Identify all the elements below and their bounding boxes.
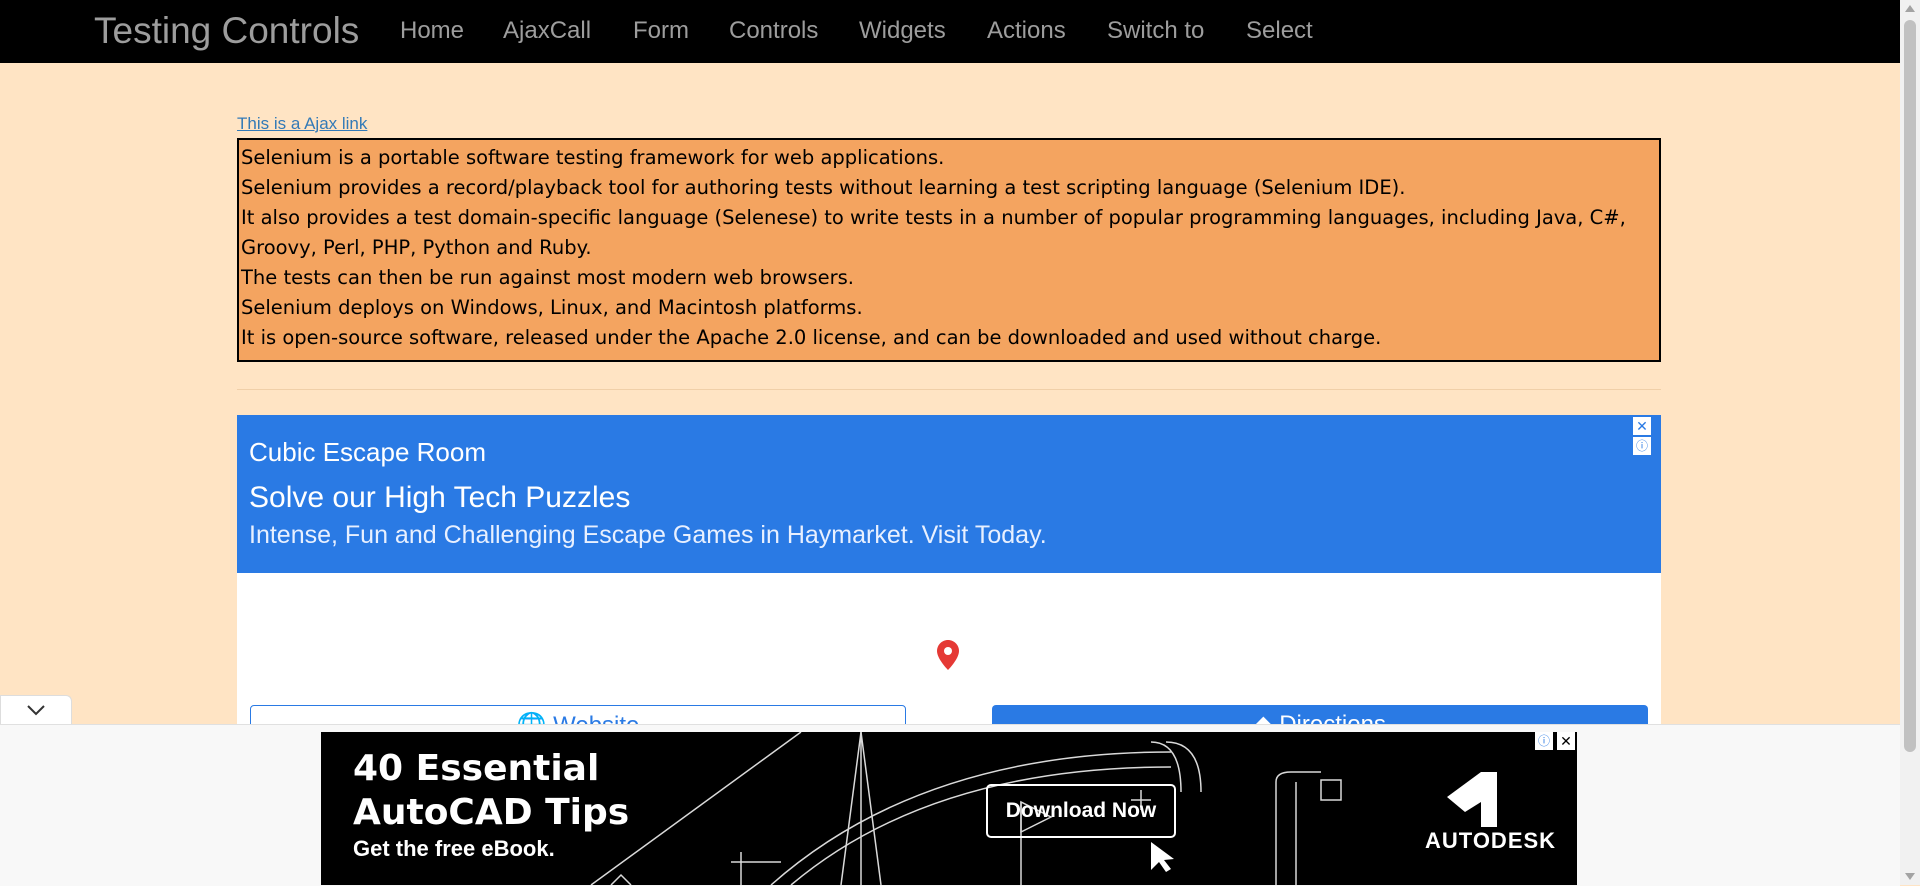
chevron-down-icon[interactable] <box>1 696 73 725</box>
ad-headline[interactable]: Solve our High Tech Puzzles <box>249 481 630 515</box>
ad-close-icon[interactable]: ✕ <box>1633 417 1651 435</box>
banner-subtitle: Get the free eBook. <box>353 836 555 861</box>
info-line: Selenium provides a record/playback tool… <box>241 176 1406 199</box>
ad-header[interactable]: Cubic Escape Room Solve our High Tech Pu… <box>237 415 1661 573</box>
map-pin-icon <box>937 640 959 670</box>
ajax-link[interactable]: This is a Ajax link <box>237 114 367 134</box>
scroll-up-arrow-icon[interactable] <box>1905 5 1915 12</box>
info-line: It is open-source software, released und… <box>241 326 1382 349</box>
top-navbar: Testing Controls Home AjaxCall Form Cont… <box>0 0 1900 63</box>
info-line: The tests can then be run against most m… <box>241 266 854 289</box>
ad-info-icon[interactable]: ⓘ <box>1633 437 1651 455</box>
website-button[interactable]: 🌐 Website <box>250 705 906 725</box>
selenium-info-box: Selenium is a portable software testing … <box>237 138 1661 362</box>
vertical-scrollbar[interactable] <box>1900 0 1920 885</box>
nav-switch-to[interactable]: Switch to <box>1107 17 1204 45</box>
info-line: Selenium deploys on Windows, Linux, and … <box>241 296 863 319</box>
nav-widgets[interactable]: Widgets <box>859 17 946 45</box>
nav-controls[interactable]: Controls <box>729 17 818 45</box>
nav-select[interactable]: Select <box>1246 17 1313 45</box>
collapse-ad-tab[interactable] <box>0 695 72 724</box>
download-now-button[interactable]: Download Now <box>986 784 1176 838</box>
ad-description[interactable]: Intense, Fun and Challenging Escape Game… <box>249 521 1047 550</box>
banner-title-line1: 40 Essential <box>353 748 600 789</box>
info-line: It also provides a test domain-specific … <box>241 206 1626 259</box>
ad-unit[interactable]: Cubic Escape Room Solve our High Tech Pu… <box>237 415 1661 725</box>
directions-icon: ◆ <box>1254 711 1273 725</box>
navbar-brand[interactable]: Testing Controls <box>94 10 359 52</box>
directions-label: Directions <box>1279 711 1386 725</box>
nav-ajaxcall[interactable]: AjaxCall <box>503 17 591 45</box>
scroll-down-arrow-icon[interactable] <box>1905 873 1915 880</box>
banner-info-icon[interactable]: ⓘ <box>1535 732 1553 750</box>
nav-actions[interactable]: Actions <box>987 17 1066 45</box>
divider <box>237 389 1661 390</box>
nav-form[interactable]: Form <box>633 17 689 45</box>
directions-button[interactable]: ◆ Directions <box>992 705 1648 725</box>
ad-brand[interactable]: Cubic Escape Room <box>249 437 486 468</box>
nav-home[interactable]: Home <box>400 17 464 45</box>
autodesk-logo-text: AUTODESK <box>1425 828 1557 853</box>
info-line: Selenium is a portable software testing … <box>241 146 945 169</box>
banner-close-icon[interactable]: ✕ <box>1557 732 1575 750</box>
autocad-banner-ad[interactable]: 40 Essential AutoCAD Tips Get the free e… <box>321 732 1577 885</box>
scrollbar-thumb[interactable] <box>1904 20 1916 752</box>
banner-title-line2: AutoCAD Tips <box>353 792 630 833</box>
